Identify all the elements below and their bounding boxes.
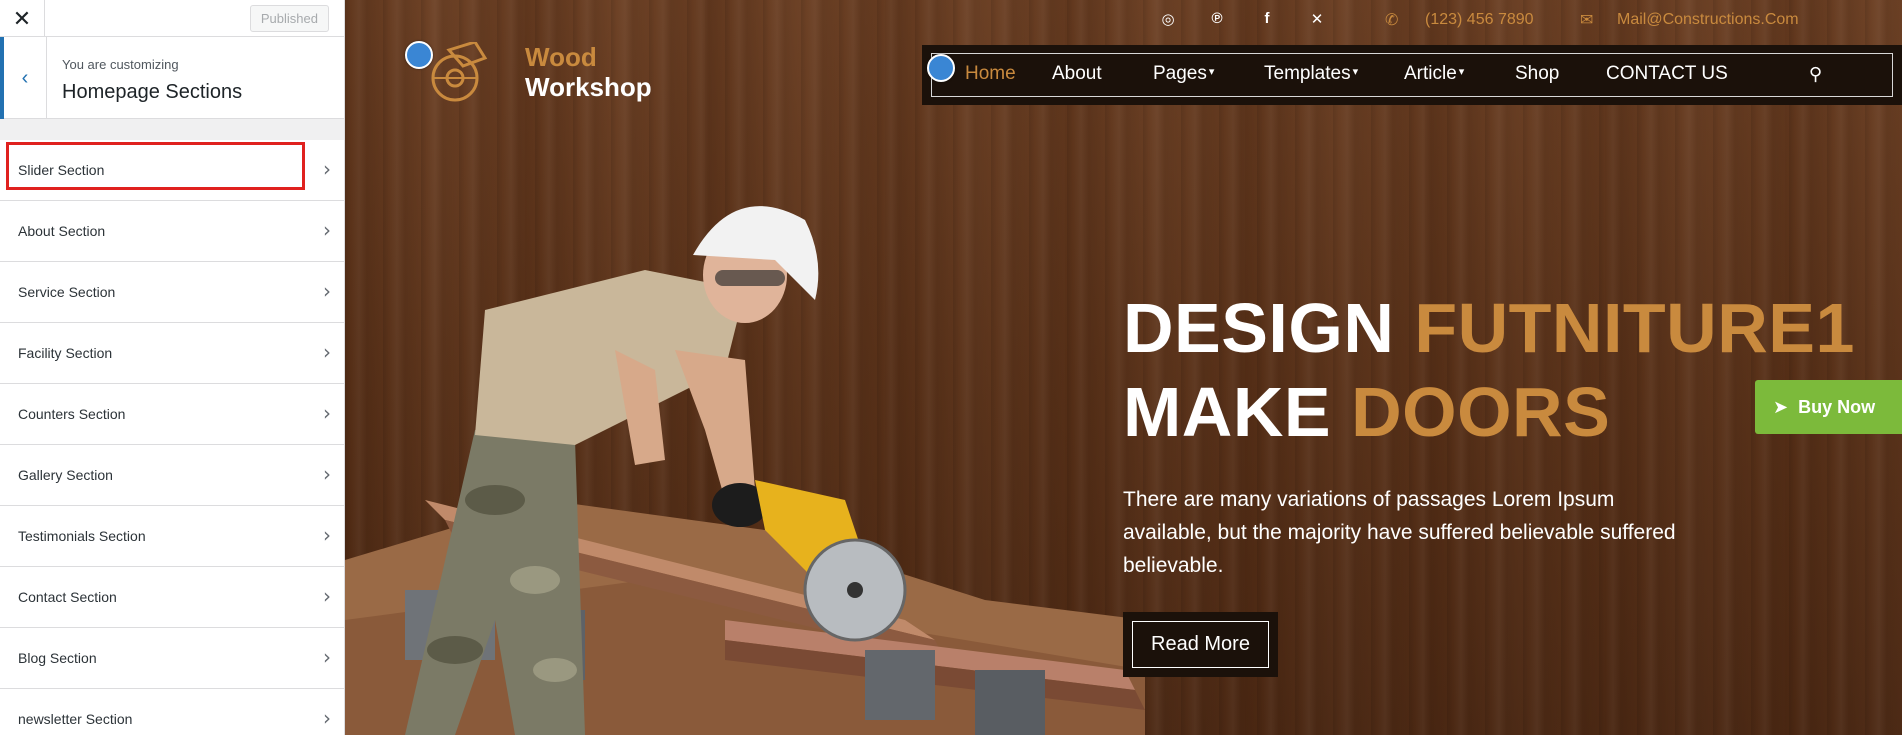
chevron-down-icon: ▾ (1208, 66, 1215, 78)
chevron-right-icon: › (323, 279, 331, 303)
phone-icon: ✆ (1385, 12, 1399, 29)
nav-templates[interactable]: Templates ▾ (1264, 63, 1358, 85)
chevron-left-icon: ‹ (21, 66, 29, 89)
section-label: Counters Section (18, 406, 126, 422)
nav-label: About (1052, 63, 1102, 84)
section-label: Service Section (18, 284, 116, 300)
hero-heading-white-1: DESIGN (1123, 289, 1415, 367)
site-preview: ◎ ℗ f ✕ ✆ (123) 456 7890 ✉ Mail@Construc… (345, 0, 1902, 735)
nav-home[interactable]: Home (965, 63, 1016, 85)
section-item-gallery[interactable]: Gallery Section › (0, 445, 344, 506)
chevron-down-icon: ▾ (1458, 66, 1465, 78)
section-label: About Section (18, 223, 106, 239)
section-label: Gallery Section (18, 467, 113, 483)
instagram-icon[interactable]: ◎ (1158, 10, 1178, 28)
section-label: Testimonials Section (18, 528, 146, 544)
section-label: newsletter Section (18, 711, 133, 727)
close-icon: ✕ (12, 5, 32, 31)
chevron-right-icon: › (323, 157, 331, 181)
section-list: Slider Section › About Section › Service… (0, 140, 344, 735)
chevron-right-icon: › (323, 706, 331, 730)
main-navigation: Home About Pages ▾ Templates ▾ Article ▾ Sh… (922, 45, 1902, 105)
send-arrow-icon: ➤ (1773, 396, 1789, 417)
close-customizer-button[interactable]: ✕ (0, 0, 45, 37)
section-item-contact[interactable]: Contact Section › (0, 567, 344, 628)
search-icon[interactable]: ⚲ (1809, 64, 1822, 85)
x-icon[interactable]: ✕ (1307, 10, 1327, 28)
chevron-right-icon: › (323, 218, 331, 242)
nav-article[interactable]: Article ▾ (1404, 63, 1464, 85)
section-label: Contact Section (18, 589, 117, 605)
chevron-right-icon: › (323, 523, 331, 547)
section-item-blog[interactable]: Blog Section › (0, 628, 344, 689)
nav-label: Pages (1153, 63, 1207, 84)
section-item-about[interactable]: About Section › (0, 201, 344, 262)
chevron-right-icon: › (323, 584, 331, 608)
nav-about[interactable]: About (1052, 63, 1102, 85)
top-contact-bar: ◎ ℗ f ✕ ✆ (123) 456 7890 ✉ Mail@Construc… (345, 0, 1902, 40)
nav-shop[interactable]: Shop (1515, 63, 1559, 85)
chevron-right-icon: › (323, 462, 331, 486)
facebook-icon[interactable]: f (1257, 10, 1277, 27)
customizer-edit-marker[interactable] (405, 41, 433, 69)
nav-label: Article (1404, 63, 1457, 84)
hero-description: There are many variations of passages Lo… (1123, 488, 1676, 577)
envelope-icon: ✉ (1580, 12, 1594, 29)
section-item-counters[interactable]: Counters Section › (0, 384, 344, 445)
section-item-service[interactable]: Service Section › (0, 262, 344, 323)
buy-now-label: Buy Now (1798, 396, 1876, 417)
panel-title: Homepage Sections (62, 81, 243, 103)
hero-heading: DESIGN FUTNITURE1 MAKE DOORS (1123, 286, 1855, 454)
email-address[interactable]: Mail@Constructions.Com (1617, 11, 1799, 29)
chevron-right-icon: › (323, 645, 331, 669)
nav-pages[interactable]: Pages ▾ (1153, 63, 1214, 85)
read-more-label: Read More (1132, 621, 1269, 668)
section-item-slider[interactable]: Slider Section › (0, 140, 344, 201)
section-item-facility[interactable]: Facility Section › (0, 323, 344, 384)
nav-label: Home (965, 63, 1016, 84)
section-item-newsletter[interactable]: newsletter Section › (0, 689, 344, 735)
customizer-section-info: ‹ You are customizing Homepage Sections (0, 37, 344, 119)
section-item-testimonials[interactable]: Testimonials Section › (0, 506, 344, 567)
buy-now-button[interactable]: ➤ Buy Now (1755, 380, 1902, 434)
read-more-button[interactable]: Read More (1123, 612, 1278, 677)
logo-text-wood: Wood (525, 42, 597, 72)
chevron-right-icon: › (323, 340, 331, 364)
chevron-down-icon: ▾ (1352, 66, 1359, 78)
nav-label: Shop (1515, 63, 1560, 84)
customizing-label: You are customizing (62, 57, 179, 72)
customizer-sidebar: ✕ Published ‹ You are customizing Homepa… (0, 0, 345, 735)
pinterest-icon[interactable]: ℗ (1207, 10, 1227, 27)
hero-image (345, 200, 1145, 735)
customizer-edit-marker[interactable] (927, 54, 955, 82)
nav-label: Templates (1264, 63, 1351, 84)
published-button[interactable]: Published (249, 5, 329, 32)
nav-label: CONTACT US (1606, 63, 1728, 84)
logo-text-workshop: Workshop (525, 72, 652, 102)
section-label: Facility Section (18, 345, 113, 361)
section-label: Slider Section (18, 162, 105, 178)
hero-heading-orange-1: FUTNITURE1 (1414, 289, 1855, 367)
section-label: Blog Section (18, 650, 97, 666)
nav-contact-us[interactable]: CONTACT US (1606, 63, 1728, 85)
chevron-right-icon: › (323, 401, 331, 425)
back-button[interactable]: ‹ (0, 37, 47, 119)
hero-heading-white-2: MAKE (1123, 373, 1352, 451)
hero-heading-orange-2: DOORS (1351, 373, 1611, 451)
customizer-header: ✕ Published (0, 0, 344, 37)
phone-number[interactable]: (123) 456 7890 (1425, 11, 1534, 29)
